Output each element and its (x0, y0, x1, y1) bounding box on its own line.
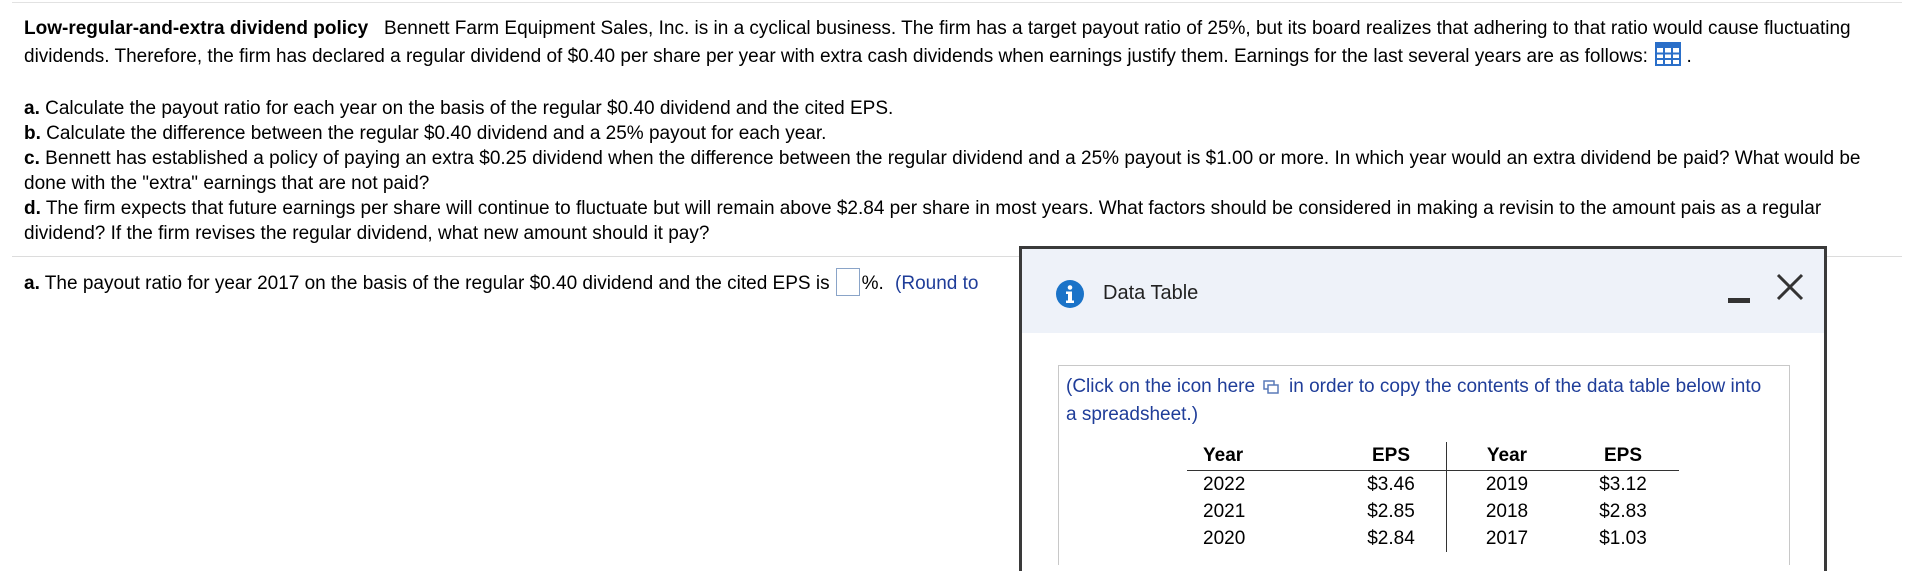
task-letter: d. (24, 198, 41, 219)
table-row: 2022 $3.46 2019 $3.12 (1187, 470, 1679, 498)
column-header: Year (1187, 442, 1336, 471)
dialog-title: Data Table (1103, 282, 1199, 304)
task-a: a. Calculate the payout ratio for each y… (24, 96, 1900, 121)
task-letter: a. (24, 98, 40, 119)
data-table-panel: (Click on the icon here in order to copy… (1058, 365, 1790, 565)
task-text: Calculate the payout ratio for each year… (45, 98, 894, 119)
table-cell: 2020 (1203, 527, 1246, 549)
table-cell: 2022 (1203, 473, 1246, 495)
problem-intro: Low-regular-and-extra dividend policy Be… (24, 16, 1900, 74)
payout-ratio-input[interactable] (835, 268, 860, 296)
answer-prompt: The payout ratio for year 2017 on the ba… (44, 273, 830, 294)
copy-icon[interactable] (1263, 376, 1279, 402)
table-cell: $2.85 (1336, 498, 1447, 525)
column-header: EPS (1336, 442, 1447, 471)
table-header-row: Year EPS Year EPS (1187, 442, 1679, 471)
table-cell: $1.03 (1599, 527, 1647, 549)
answer-letter: a. (24, 273, 40, 294)
eps-data-table: Year EPS Year EPS 2022 $3.46 2019 $3.12 … (1187, 442, 1679, 552)
task-c: c. Bennett has established a policy of p… (24, 146, 1900, 196)
top-divider (12, 2, 1902, 3)
answer-suffix: %. (861, 273, 884, 294)
task-text: The firm expects that future earnings pe… (24, 198, 1822, 244)
dialog-header: Data Table (1022, 249, 1824, 333)
minimize-button[interactable] (1728, 285, 1752, 309)
table-row: 2020 $2.84 2017 $1.03 (1187, 525, 1679, 552)
answer-line: a. The payout ratio for year 2017 on the… (24, 268, 979, 298)
table-cell: $2.83 (1599, 500, 1647, 522)
table-row: 2021 $2.85 2018 $2.83 (1187, 498, 1679, 525)
copy-instructions: (Click on the icon here in order to copy… (1066, 374, 1776, 428)
table-cell: 2018 (1485, 500, 1529, 522)
problem-title: Low-regular-and-extra dividend policy (24, 18, 369, 39)
task-text: Calculate the difference between the reg… (46, 123, 827, 144)
problem-statement: Low-regular-and-extra dividend policy Be… (24, 16, 1900, 246)
grid-icon[interactable] (1655, 42, 1682, 74)
table-cell: $3.46 (1336, 470, 1447, 498)
task-letter: c. (24, 148, 40, 169)
info-icon (1055, 279, 1085, 309)
data-table-dialog: Data Table (Click on the icon here in or… (1019, 246, 1827, 571)
table-cell: 2021 (1203, 500, 1246, 522)
task-d: d. The firm expects that future earnings… (24, 196, 1900, 246)
table-cell: 2019 (1485, 473, 1529, 495)
minimize-icon (1728, 298, 1750, 303)
column-header: Year (1446, 442, 1567, 471)
close-button[interactable] (1772, 269, 1808, 305)
task-b: b. Calculate the difference between the … (24, 121, 1900, 146)
copy-note-before: (Click on the icon here (1066, 376, 1256, 397)
column-header: EPS (1567, 442, 1679, 471)
table-cell: $2.84 (1336, 525, 1447, 552)
close-icon (1776, 273, 1804, 301)
problem-intro-end: . (1686, 46, 1692, 67)
task-letter: b. (24, 123, 41, 144)
round-note: (Round to (895, 273, 979, 294)
page: Low-regular-and-extra dividend policy Be… (0, 0, 1913, 571)
table-cell: 2017 (1485, 527, 1529, 549)
table-cell: $3.12 (1599, 473, 1647, 495)
task-text: Bennett has established a policy of payi… (24, 148, 1861, 194)
